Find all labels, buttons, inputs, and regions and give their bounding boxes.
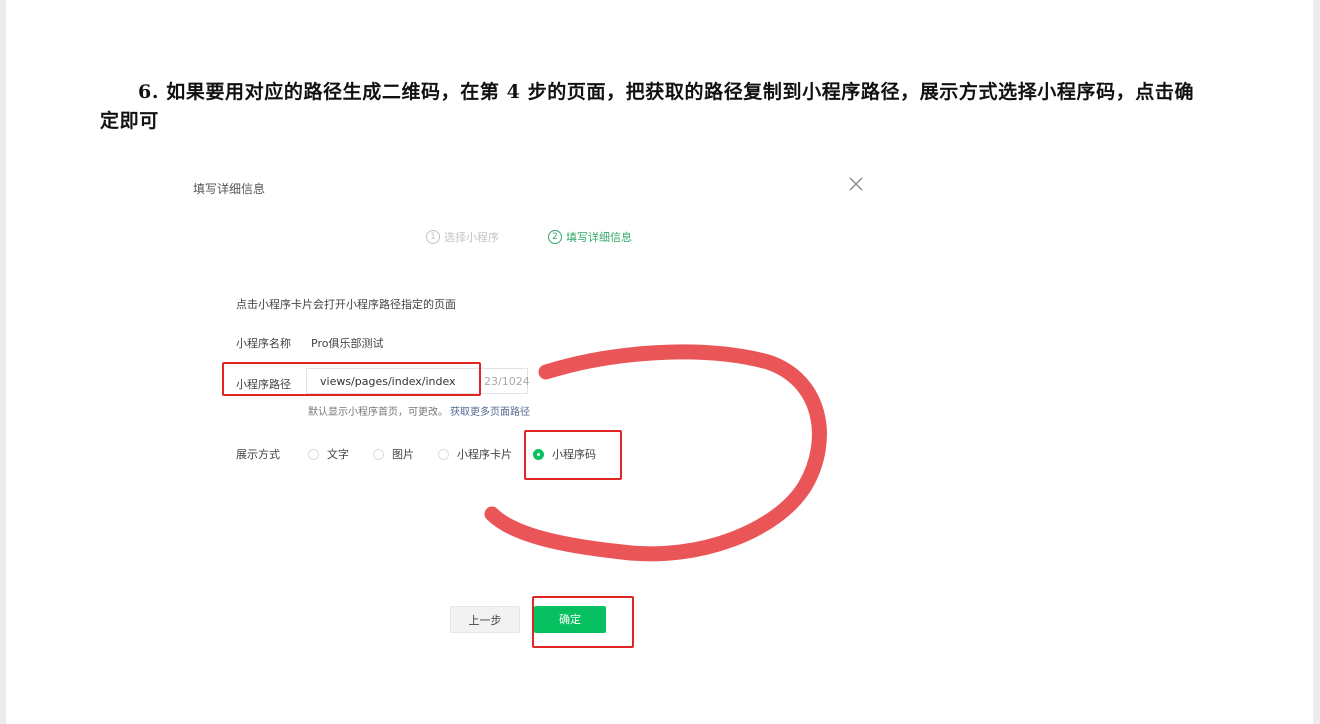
annotation-scribble [484,344,827,562]
